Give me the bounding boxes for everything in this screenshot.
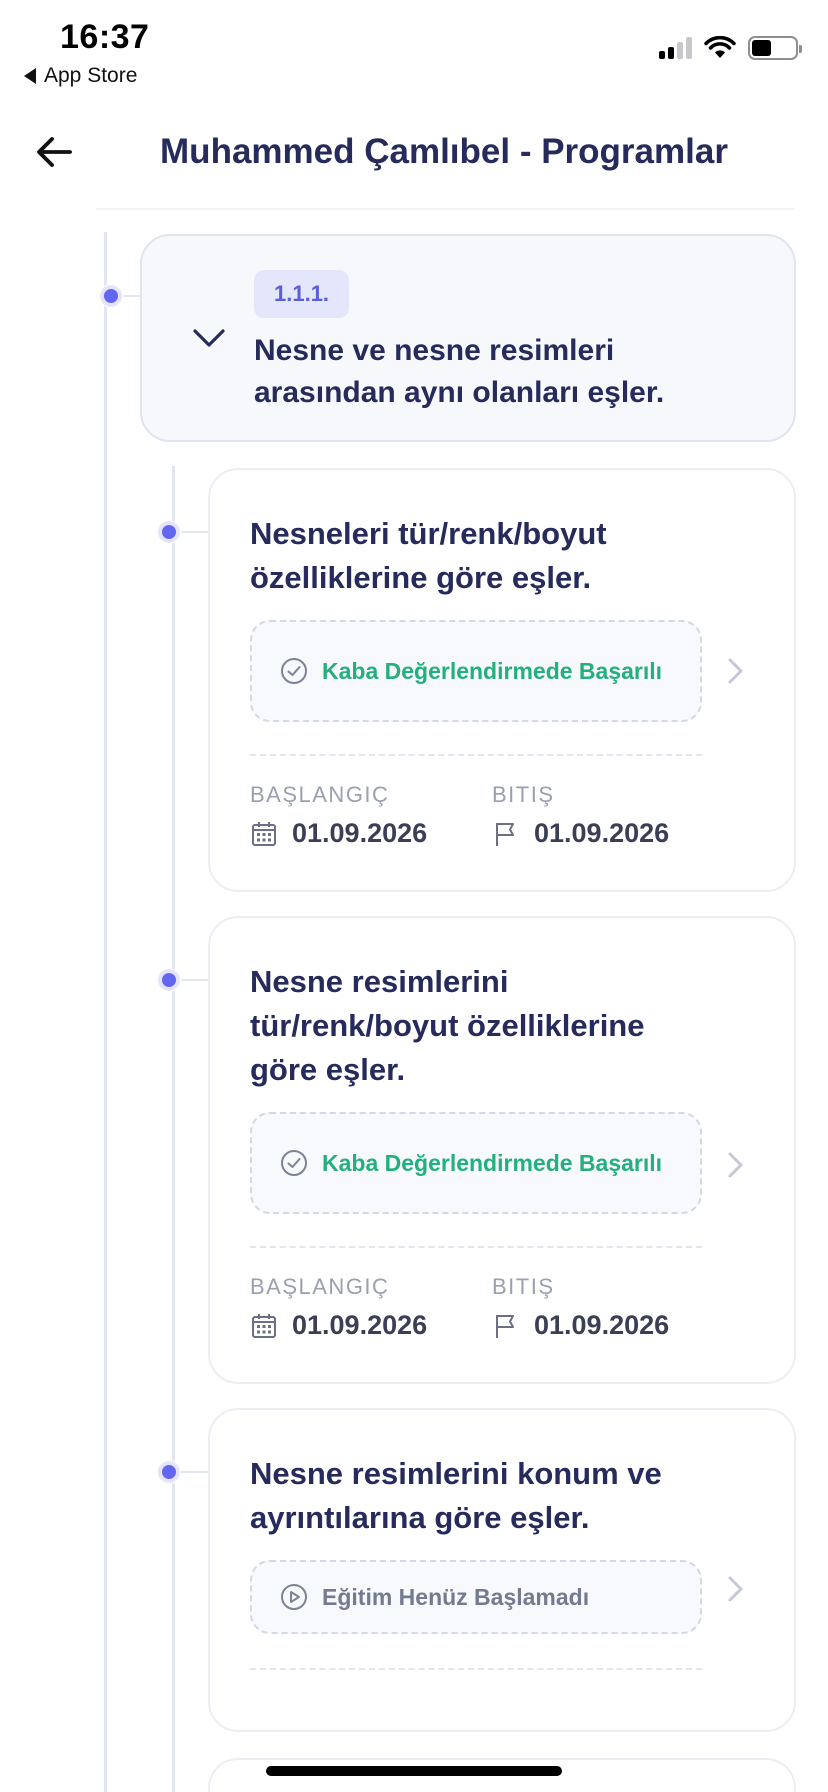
header-divider: [96, 208, 794, 210]
parent-goal-card[interactable]: 1.1.1. Nesne ve nesne resimleri arasında…: [140, 234, 796, 442]
program-card[interactable]: Nesne resimlerini konum ve ayrıntılarına…: [208, 1408, 796, 1732]
parent-goal-title: Nesne ve nesne resimleri arasından aynı …: [254, 334, 665, 409]
chevron-down-icon[interactable]: [192, 328, 226, 350]
start-date-value: 01.09.2026: [292, 1310, 428, 1340]
status-box[interactable]: Eğitim Henüz Başlamadı: [250, 1560, 702, 1634]
status-text: Kaba Değerlendirmede Başarılı: [322, 657, 663, 684]
card-divider: [250, 754, 702, 756]
calendar-icon: [252, 1313, 276, 1338]
start-date: 01.09.2026: [250, 818, 427, 849]
play-circle-icon: [281, 1584, 307, 1610]
chevron-right-icon[interactable]: [726, 656, 746, 686]
home-indicator: [266, 1766, 562, 1776]
page-title: Muhammed Çamlıbel - Programlar: [160, 132, 728, 171]
wifi-icon: [704, 36, 736, 58]
start-label: BAŞLANGIÇ: [250, 782, 390, 807]
end-date-value: 01.09.2026: [534, 818, 670, 848]
status-box[interactable]: Kaba Değerlendirmede Başarılı: [250, 1112, 702, 1214]
start-date-value: 01.09.2026: [292, 818, 428, 848]
program-card[interactable]: Nesne resimlerini tür/renk/boyut özellik…: [208, 916, 796, 1384]
battery-icon: [748, 36, 802, 60]
status-box[interactable]: Kaba Değerlendirmede Başarılı: [250, 620, 702, 722]
start-date: 01.09.2026: [250, 1310, 427, 1341]
flag-icon: [496, 822, 514, 846]
chevron-right-icon[interactable]: [726, 1574, 746, 1604]
cellular-signal-icon: [659, 37, 692, 59]
back-to-app-store[interactable]: App Store: [24, 64, 137, 88]
timeline-dot: [100, 285, 122, 307]
status-icons: [659, 36, 802, 60]
calendar-icon: [252, 821, 276, 846]
timeline-dot: [158, 521, 180, 543]
end-date: 01.09.2026: [492, 818, 669, 849]
timeline-line-inner: [172, 466, 175, 1792]
card-divider: [250, 1246, 702, 1248]
program-card-title: Nesne resimlerini tür/renk/boyut özellik…: [250, 964, 645, 1087]
program-card-title: Nesne resimlerini konum ve ayrıntılarına…: [250, 1456, 662, 1535]
goal-code-badge: 1.1.1.: [254, 270, 350, 318]
back-triangle-icon: [24, 68, 36, 84]
program-card[interactable]: Nesneleri tür/renk/boyut özelliklerine g…: [208, 468, 796, 892]
program-card-title: Nesneleri tür/renk/boyut özelliklerine g…: [250, 516, 607, 595]
end-date: 01.09.2026: [492, 1310, 669, 1341]
start-label: BAŞLANGIÇ: [250, 1274, 390, 1299]
check-circle-icon: [281, 1150, 307, 1176]
status-time: 16:37: [60, 18, 150, 56]
end-date-value: 01.09.2026: [534, 1310, 670, 1340]
chevron-right-icon[interactable]: [726, 1150, 746, 1180]
timeline-dot: [158, 1461, 180, 1483]
timeline-line-outer: [104, 232, 107, 1792]
flag-icon: [496, 1314, 514, 1338]
timeline-dot: [158, 969, 180, 991]
status-text: Kaba Değerlendirmede Başarılı: [322, 1149, 663, 1176]
status-text: Eğitim Henüz Başlamadı: [322, 1583, 590, 1610]
end-label: BITIŞ: [492, 1274, 555, 1299]
card-divider: [250, 1668, 702, 1670]
back-to-app-label: App Store: [44, 64, 138, 87]
check-circle-icon: [281, 658, 307, 684]
end-label: BITIŞ: [492, 782, 555, 807]
